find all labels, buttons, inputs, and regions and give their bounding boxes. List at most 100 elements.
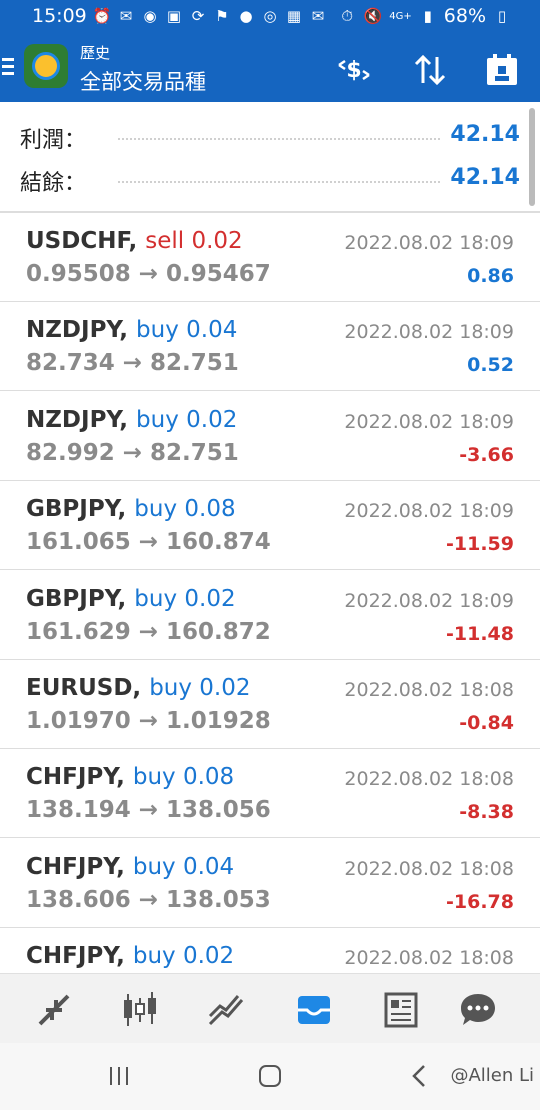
sync-icon: ⟳	[191, 7, 205, 25]
trade-row[interactable]: GBPJPY, buy 0.08 161.065 → 160.874 2022.08…	[0, 481, 540, 571]
back-button[interactable]	[408, 1061, 430, 1091]
status-time: 15:09	[32, 5, 87, 27]
trade-profit: -8.38	[459, 801, 514, 824]
trade-date: 2022.08.02 18:08	[344, 857, 514, 880]
trade-row[interactable]: NZDJPY, buy 0.02 82.992 → 82.751 2022.08.0…	[0, 392, 540, 481]
nav-quotes[interactable]	[28, 984, 80, 1036]
period-button[interactable]	[482, 50, 522, 90]
sort-icon	[414, 54, 446, 86]
trade-row[interactable]: CHFJPY, buy 0.04 138.606 → 138.053 2022.08…	[0, 839, 540, 928]
symbol-name: CHFJPY,	[26, 853, 125, 880]
mail-icon: ✉	[119, 7, 133, 25]
trade-side-volume: buy 0.04	[136, 317, 238, 344]
trade-symbol: CHFJPY, buy 0.02	[26, 943, 234, 969]
trade-history-list: USDCHF, sell 0.02 0.95508 → 0.95467 2022.0…	[0, 213, 540, 973]
scrollbar[interactable]	[529, 108, 535, 206]
alarm-icon: ⏰	[92, 7, 112, 25]
dotted-leader	[118, 181, 440, 183]
trade-prices: 82.992 → 82.751	[26, 439, 239, 466]
sort-button[interactable]	[410, 50, 450, 90]
status-bar: 15:09 ⏰ ✉ ◉ ▣ ⟳ ⚑ ● ◎ ▦ ✉ ⏱ 🔇 4G+ ▮ 68% …	[0, 0, 540, 36]
trade-date: 2022.08.02 18:08	[344, 768, 514, 791]
symbol-name: GBPJPY,	[26, 496, 127, 523]
trade-date: 2022.08.02 18:08	[344, 947, 514, 970]
currency-filter-button[interactable]: $	[334, 50, 374, 90]
trade-date: 2022.08.02 18:08	[344, 679, 514, 701]
trade-profit: -11.48	[446, 622, 514, 645]
trade-symbol: EURUSD, buy 0.02	[26, 675, 251, 701]
toolbar-title[interactable]: 全部交易品種	[80, 66, 206, 96]
bottom-navigation	[0, 973, 540, 1044]
home-button[interactable]	[256, 1061, 284, 1091]
nav-history[interactable]	[288, 984, 340, 1036]
trade-prices: 138.606 → 138.053	[26, 886, 271, 913]
messenger-icon: ◎	[263, 7, 277, 25]
trade-profit: -0.84	[459, 712, 514, 734]
trade-row[interactable]: EURUSD, buy 0.02 1.01970 → 1.01928 2022.08…	[0, 660, 540, 749]
trade-side-volume: buy 0.08	[134, 496, 236, 523]
back-chevron-icon	[412, 1065, 425, 1087]
profit-label: 利潤：	[20, 128, 87, 153]
battery-percent: 68%	[443, 5, 486, 27]
flag-icon: ⚑	[215, 7, 229, 25]
envelope-icon: ✉	[311, 7, 325, 25]
trade-row[interactable]: GBPJPY, buy 0.02 161.629 → 160.872 2022.08…	[0, 571, 540, 660]
candlestick-chart-icon	[124, 992, 156, 1026]
trade-row[interactable]: NZDJPY, buy 0.04 82.734 → 82.751 2022.08.0…	[0, 302, 540, 392]
app-notification-icon: ◉	[143, 7, 157, 25]
symbol-name: USDCHF,	[26, 228, 138, 254]
trade-symbol: NZDJPY, buy 0.02	[26, 407, 237, 433]
trade-side-volume: sell 0.02	[145, 228, 243, 254]
trade-side-volume: buy 0.02	[134, 585, 236, 612]
trade-icon	[208, 995, 244, 1026]
menu-icon[interactable]	[0, 54, 14, 82]
system-navigation-bar: @Allen Li	[0, 1043, 540, 1110]
toolbar-subtitle: 歷史	[80, 44, 111, 62]
trade-profit: -11.59	[446, 533, 514, 556]
profit-row: 利潤： 42.14	[0, 116, 540, 156]
currency-filter-icon: $	[338, 58, 370, 83]
calendar-icon	[487, 54, 517, 85]
symbol-name: CHFJPY,	[26, 764, 125, 791]
trade-prices: 161.065 → 160.874	[26, 529, 271, 556]
nav-charts[interactable]	[114, 984, 166, 1036]
trade-side-volume: buy 0.02	[136, 406, 238, 433]
trade-row[interactable]: CHFJPY, buy 0.08 138.194 → 138.056 2022.08…	[0, 749, 540, 839]
balance-label: 結餘：	[20, 171, 87, 196]
nav-news[interactable]	[374, 984, 426, 1036]
symbol-name: GBPJPY,	[26, 585, 127, 612]
trade-side-volume: buy 0.02	[132, 943, 235, 970]
chat-icon	[461, 994, 495, 1025]
camera-icon: ▣	[166, 7, 182, 25]
app-logo	[24, 44, 68, 88]
trade-row[interactable]: USDCHF, sell 0.02 0.95508 → 0.95467 2022.0…	[0, 213, 540, 302]
symbol-name: NZDJPY,	[26, 406, 129, 433]
chat-bubble-icon: ●	[239, 7, 253, 25]
nav-chat[interactable]	[452, 984, 504, 1036]
dotted-leader	[118, 138, 440, 140]
recent-apps-icon	[110, 1067, 128, 1085]
symbol-name: NZDJPY,	[26, 317, 129, 344]
nav-trade[interactable]	[200, 984, 252, 1036]
trade-row[interactable]: CHFJPY, buy 0.02 2022.08.02 18:08	[0, 928, 540, 973]
signal-icon: ▮	[423, 7, 432, 25]
profit-value: 42.14	[450, 122, 520, 147]
news-icon	[384, 992, 418, 1028]
history-inbox-icon	[298, 996, 330, 1024]
balance-value: 42.14	[450, 165, 520, 190]
trade-symbol: CHFJPY, buy 0.08	[26, 764, 234, 790]
balance-row: 結餘： 42.14	[0, 159, 540, 199]
trade-symbol: NZDJPY, buy 0.04	[26, 317, 237, 343]
trade-prices: 161.629 → 160.872	[26, 618, 271, 645]
quotes-icon	[38, 994, 70, 1026]
recent-apps-button[interactable]	[106, 1061, 132, 1091]
trade-side-volume: buy 0.02	[149, 675, 251, 701]
trade-prices: 1.01970 → 1.01928	[26, 708, 271, 734]
trade-prices: 138.194 → 138.056	[26, 797, 271, 824]
alarm-clock-icon: ⏱	[341, 7, 354, 25]
trade-symbol: GBPJPY, buy 0.02	[26, 586, 236, 612]
trade-symbol: GBPJPY, buy 0.08	[26, 496, 236, 522]
trade-date: 2022.08.02 18:09	[344, 410, 514, 433]
notification-icons: ⏰ ✉ ◉ ▣ ⟳ ⚑ ● ◎ ▦ ✉	[92, 6, 328, 26]
trade-profit: -3.66	[459, 443, 514, 466]
